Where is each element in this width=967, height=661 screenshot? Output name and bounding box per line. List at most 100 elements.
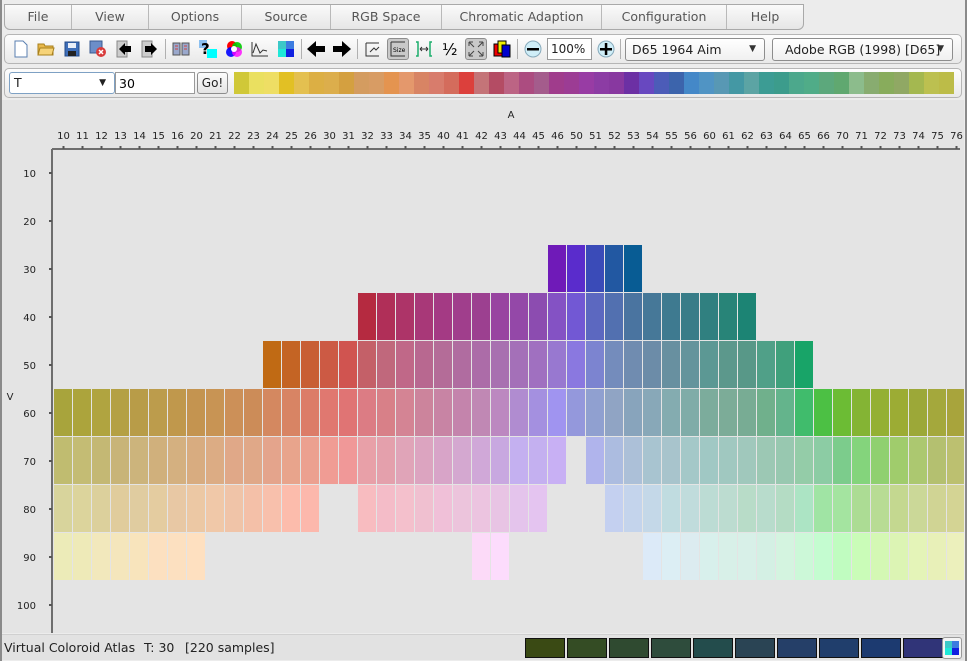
color-sample-cell[interactable] <box>92 389 110 436</box>
color-sample-cell[interactable] <box>358 485 376 532</box>
color-sample-cell[interactable] <box>624 485 642 532</box>
menu-help[interactable]: Help <box>727 5 803 29</box>
color-sample-cell[interactable] <box>130 437 148 484</box>
color-sample-cell[interactable] <box>529 341 547 388</box>
color-sample-cell[interactable] <box>890 485 908 532</box>
palette-swatch[interactable] <box>294 72 309 94</box>
palette-swatch[interactable] <box>789 72 804 94</box>
color-sample-cell[interactable] <box>377 341 395 388</box>
color-sample-cell[interactable] <box>54 437 72 484</box>
color-sample-cell[interactable] <box>320 437 338 484</box>
color-sample-cell[interactable] <box>54 389 72 436</box>
color-sample-cell[interactable] <box>415 437 433 484</box>
color-sample-cell[interactable] <box>415 389 433 436</box>
color-sample-cell[interactable] <box>168 389 186 436</box>
color-sample-cell[interactable] <box>852 437 870 484</box>
color-sample-cell[interactable] <box>453 389 471 436</box>
color-sample-cell[interactable] <box>434 389 452 436</box>
color-sample-cell[interactable] <box>700 341 718 388</box>
color-sample-cell[interactable] <box>301 341 319 388</box>
color-sample-cell[interactable] <box>282 437 300 484</box>
color-sample-cell[interactable] <box>434 437 452 484</box>
color-sample-cell[interactable] <box>567 293 585 340</box>
next-page-button[interactable] <box>139 38 161 60</box>
color-sample-cell[interactable] <box>738 293 756 340</box>
color-sample-cell[interactable] <box>377 389 395 436</box>
color-sample-cell[interactable] <box>320 389 338 436</box>
axis-select[interactable]: T ▼ <box>9 72 115 94</box>
color-sample-cell[interactable] <box>681 533 699 580</box>
color-sample-cell[interactable] <box>282 389 300 436</box>
color-sample-cell[interactable] <box>700 293 718 340</box>
color-sample-cell[interactable] <box>73 533 91 580</box>
color-sample-cell[interactable] <box>510 293 528 340</box>
palette-swatch[interactable] <box>384 72 399 94</box>
color-sample-cell[interactable] <box>529 485 547 532</box>
color-sample-cell[interactable] <box>168 533 186 580</box>
color-sample-cell[interactable] <box>890 533 908 580</box>
color-sample-cell[interactable] <box>453 341 471 388</box>
color-sample-cell[interactable] <box>643 437 661 484</box>
recent-color-swatch[interactable] <box>651 638 691 658</box>
color-sample-cell[interactable] <box>890 389 908 436</box>
color-sample-cell[interactable] <box>643 341 661 388</box>
save-button[interactable] <box>61 38 83 60</box>
palette-swatch[interactable] <box>654 72 669 94</box>
color-sample-cell[interactable] <box>472 293 490 340</box>
palette-swatch[interactable] <box>279 72 294 94</box>
color-sample-cell[interactable] <box>491 341 509 388</box>
color-sample-cell[interactable] <box>928 389 946 436</box>
color-sample-cell[interactable] <box>529 437 547 484</box>
recent-color-swatch[interactable] <box>735 638 775 658</box>
palette-swatch[interactable] <box>909 72 924 94</box>
color-sample-cell[interactable] <box>301 389 319 436</box>
palette-swatch[interactable] <box>729 72 744 94</box>
color-sample-cell[interactable] <box>871 485 889 532</box>
color-sample-cell[interactable] <box>339 341 357 388</box>
menu-chromatic-adaption[interactable]: Chromatic Adaption <box>442 5 602 29</box>
color-sample-cell[interactable] <box>776 437 794 484</box>
color-sample-cell[interactable] <box>472 485 490 532</box>
color-sample-cell[interactable] <box>605 389 623 436</box>
color-sample-cell[interactable] <box>149 389 167 436</box>
open-button[interactable] <box>35 38 57 60</box>
color-sample-cell[interactable] <box>491 389 509 436</box>
color-sample-cell[interactable] <box>130 389 148 436</box>
color-sample-cell[interactable] <box>871 533 889 580</box>
color-sample-cell[interactable] <box>643 485 661 532</box>
palette-swatch[interactable] <box>459 72 474 94</box>
color-sample-cell[interactable] <box>814 437 832 484</box>
palette-swatch[interactable] <box>399 72 414 94</box>
color-sample-cell[interactable] <box>605 437 623 484</box>
color-sample-cell[interactable] <box>358 437 376 484</box>
color-sample-cell[interactable] <box>111 437 129 484</box>
color-sample-cell[interactable] <box>719 293 737 340</box>
color-sample-cell[interactable] <box>795 485 813 532</box>
color-sample-cell[interactable] <box>643 389 661 436</box>
color-sample-cell[interactable] <box>605 293 623 340</box>
color-sample-cell[interactable] <box>377 437 395 484</box>
recent-color-swatch[interactable] <box>777 638 817 658</box>
palette-swatch[interactable] <box>639 72 654 94</box>
color-sample-cell[interactable] <box>947 533 965 580</box>
zoom-in-button[interactable] <box>595 38 617 60</box>
palette-swatch[interactable] <box>429 72 444 94</box>
color-sample-cell[interactable] <box>586 293 604 340</box>
color-sample-cell[interactable] <box>244 389 262 436</box>
color-sample-cell[interactable] <box>320 341 338 388</box>
color-sample-cell[interactable] <box>92 485 110 532</box>
palette-swatch[interactable] <box>804 72 819 94</box>
color-sample-cell[interactable] <box>111 485 129 532</box>
size-button[interactable]: Size <box>387 38 409 60</box>
color-sample-cell[interactable] <box>73 485 91 532</box>
color-sample-cell[interactable] <box>928 533 946 580</box>
color-sample-cell[interactable] <box>54 485 72 532</box>
color-sample-cell[interactable] <box>510 485 528 532</box>
color-sample-cell[interactable] <box>909 485 927 532</box>
color-sample-cell[interactable] <box>833 485 851 532</box>
palette-swatch[interactable] <box>594 72 609 94</box>
color-sample-cell[interactable] <box>681 437 699 484</box>
palette-swatch[interactable] <box>489 72 504 94</box>
color-sample-cell[interactable] <box>339 437 357 484</box>
color-sample-cell[interactable] <box>928 437 946 484</box>
